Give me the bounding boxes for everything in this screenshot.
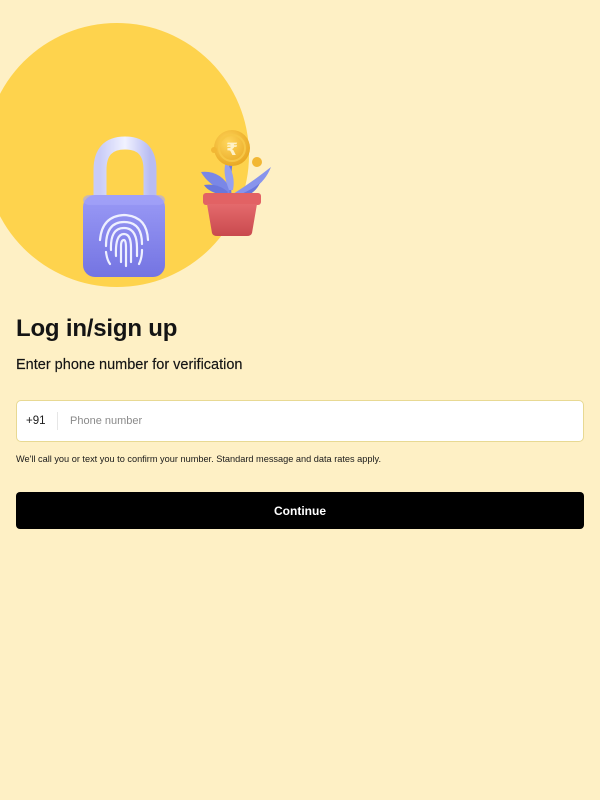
page-subtitle: Enter phone number for verification [16, 357, 243, 373]
page-title: Log in/sign up [16, 315, 178, 342]
small-coin-icon [211, 147, 217, 153]
country-code-selector[interactable]: +91 [17, 401, 57, 441]
login-form: Log in/sign up Enter phone number for ve… [16, 312, 584, 529]
phone-input-group: +91 [16, 400, 584, 442]
hero-illustration: ₹ [0, 0, 600, 300]
svg-text:₹: ₹ [226, 140, 238, 160]
verification-disclaimer: We'll call you or text you to confirm yo… [16, 454, 382, 464]
phone-number-input[interactable] [58, 401, 583, 441]
small-coin-icon [252, 157, 262, 167]
hero-svg: ₹ [0, 23, 271, 287]
rupee-coin-icon: ₹ [214, 130, 250, 166]
padlock-icon [83, 195, 165, 277]
continue-button[interactable]: Continue [16, 492, 584, 529]
